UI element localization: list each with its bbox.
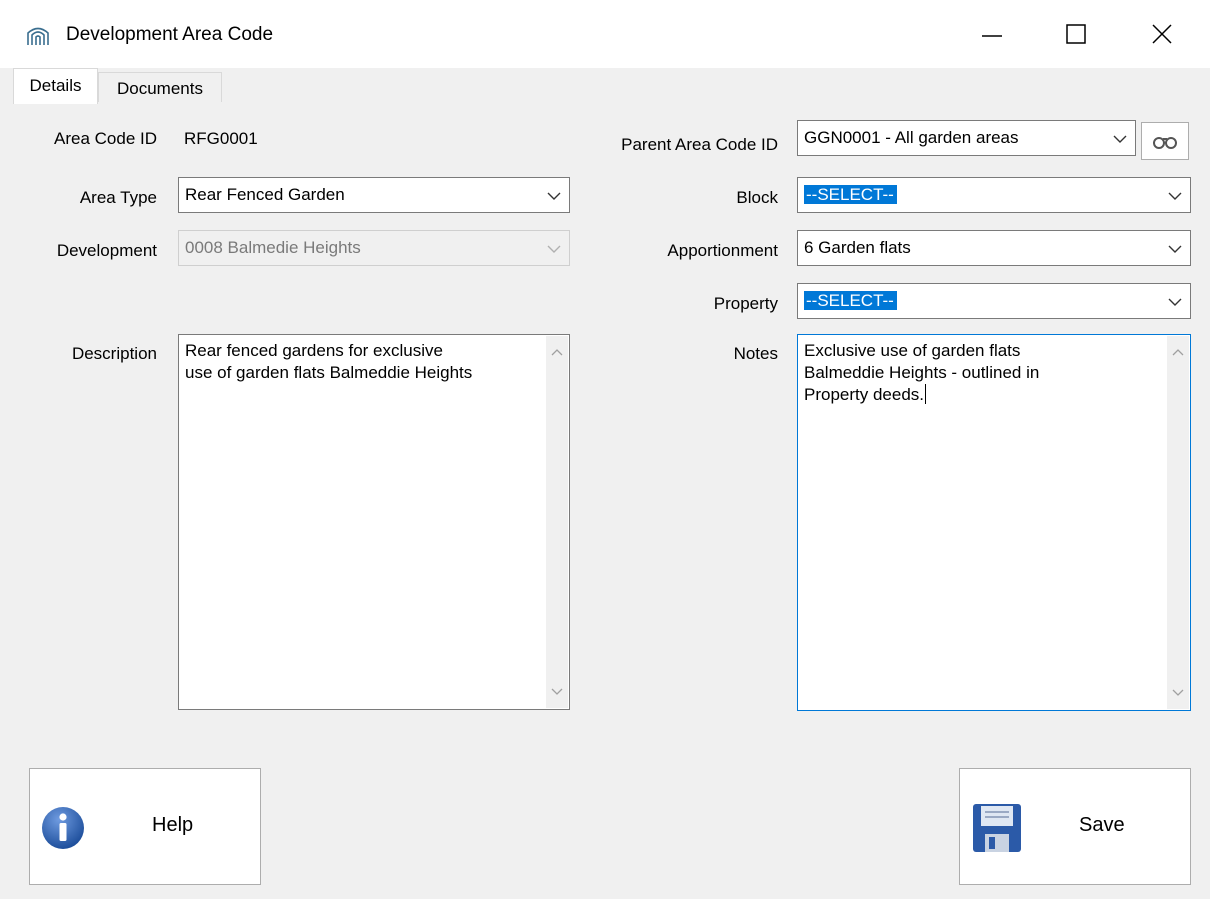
description-textarea[interactable]: Rear fenced gardens for exclusive use of…: [178, 334, 570, 710]
apportionment-dropdown[interactable]: 6 Garden flats: [797, 230, 1191, 266]
notes-value: Exclusive use of garden flats Balmeddie …: [804, 341, 1040, 404]
tab-details[interactable]: Details: [13, 68, 98, 104]
chevron-down-icon: [1113, 135, 1127, 143]
chevron-down-icon: [1168, 298, 1182, 306]
property-label: Property: [713, 294, 778, 313]
scroll-down-icon[interactable]: [551, 688, 563, 696]
minimize-icon: [982, 35, 1002, 37]
window-title: Development Area Code: [66, 24, 274, 45]
floppy-disk-icon: [973, 804, 1021, 852]
close-icon: [1152, 24, 1172, 44]
chevron-down-icon: [547, 192, 561, 200]
development-label: Development: [56, 241, 157, 260]
parent-area-code-id-label: Parent Area Code ID: [621, 135, 778, 154]
text-caret: [925, 384, 927, 404]
maximize-button[interactable]: [1047, 14, 1105, 56]
maximize-icon: [1066, 24, 1086, 44]
chevron-down-icon: [1168, 245, 1182, 253]
save-button-label: Save: [1079, 814, 1125, 836]
development-value: 0008 Balmedie Heights: [185, 238, 361, 257]
binoculars-icon: [1153, 137, 1177, 149]
block-value: --SELECT--: [804, 185, 897, 204]
area-type-dropdown[interactable]: Rear Fenced Garden: [178, 177, 570, 213]
lookup-button[interactable]: [1141, 122, 1189, 160]
apportionment-value: 6 Garden flats: [804, 238, 911, 257]
chevron-down-icon: [1168, 192, 1182, 200]
scroll-down-icon[interactable]: [1172, 689, 1184, 697]
help-button-label: Help: [152, 814, 194, 836]
scroll-up-icon[interactable]: [1172, 348, 1184, 356]
building-arch-icon: [26, 24, 50, 46]
notes-textarea[interactable]: Exclusive use of garden flats Balmeddie …: [797, 334, 1191, 711]
tab-documents[interactable]: Documents: [98, 72, 222, 102]
description-text: Rear fenced gardens for exclusive use of…: [185, 341, 473, 382]
development-dropdown[interactable]: 0008 Balmedie Heights: [178, 230, 570, 266]
property-value: --SELECT--: [804, 291, 897, 310]
area-code-id-label: Area Code ID: [54, 129, 157, 148]
notes-text: Exclusive use of garden flats Balmeddie …: [804, 340, 1154, 406]
property-dropdown[interactable]: --SELECT--: [797, 283, 1191, 319]
area-type-value: Rear Fenced Garden: [185, 185, 345, 204]
apportionment-label: Apportionment: [667, 241, 778, 260]
description-label: Description: [71, 344, 157, 363]
help-button[interactable]: Help: [29, 768, 261, 885]
notes-label: Notes: [733, 344, 778, 363]
area-type-label: Area Type: [79, 188, 157, 207]
info-icon: [42, 807, 84, 849]
description-scrollbar[interactable]: [546, 336, 568, 708]
close-button[interactable]: [1133, 14, 1191, 56]
parent-area-code-id-value: GGN0001 - All garden areas: [804, 128, 1019, 147]
area-code-id-value: RFG0001: [184, 129, 258, 148]
parent-area-code-id-dropdown[interactable]: GGN0001 - All garden areas: [797, 120, 1136, 156]
minimize-button[interactable]: [962, 14, 1020, 56]
block-dropdown[interactable]: --SELECT--: [797, 177, 1191, 213]
notes-scrollbar[interactable]: [1167, 336, 1189, 709]
chevron-down-icon: [547, 245, 561, 253]
save-button[interactable]: Save: [959, 768, 1191, 885]
block-label: Block: [736, 188, 778, 207]
